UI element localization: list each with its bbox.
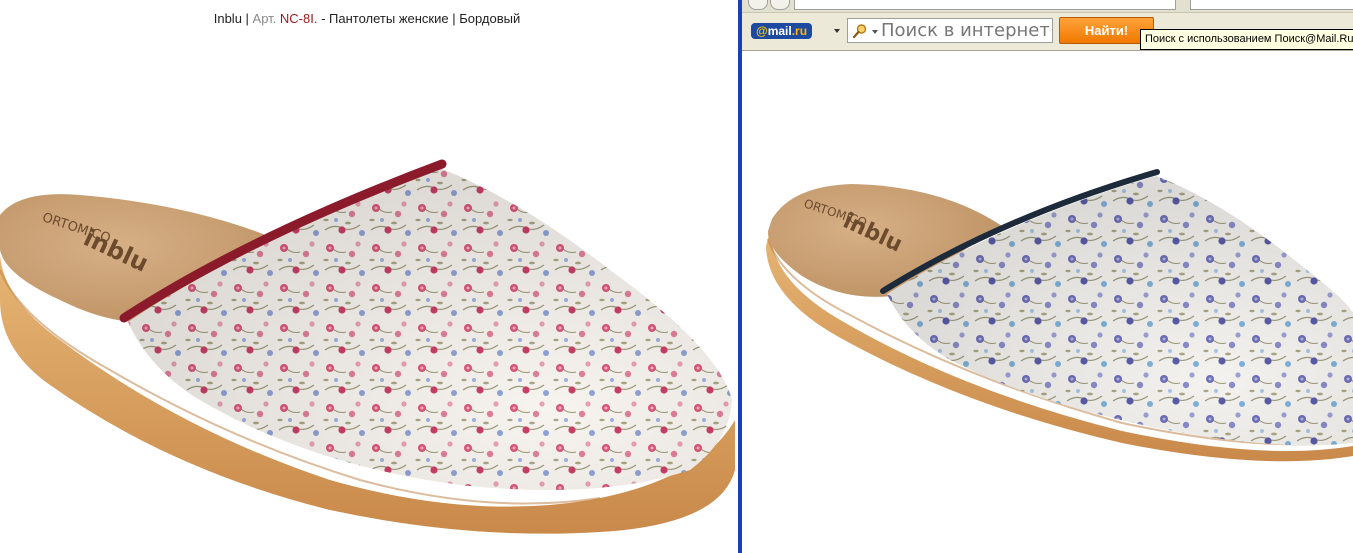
product-left-pane: Inblu | Арт. NC-8I. - Пантолеты женские … bbox=[0, 0, 738, 553]
chevron-down-icon[interactable] bbox=[834, 29, 840, 33]
mailru-logo[interactable]: @mail.ru bbox=[751, 23, 813, 39]
product-right-pane: ORTOMICO inblu bbox=[742, 51, 1353, 553]
slipper-burgundy-image: ORTOMICO inblu bbox=[0, 159, 735, 534]
search-field-top[interactable] bbox=[1190, 0, 1353, 10]
search-icon[interactable] bbox=[852, 23, 868, 39]
forward-button[interactable] bbox=[770, 0, 790, 10]
logo-ru: .ru bbox=[791, 24, 808, 38]
tooltip: Поиск с использованием Поиск@Mail.Ru bbox=[1140, 29, 1353, 50]
search-input[interactable] bbox=[881, 20, 1049, 41]
logo-at: @ bbox=[756, 24, 768, 38]
address-field[interactable] bbox=[794, 0, 1176, 10]
slipper-navy-image: ORTOMICO inblu bbox=[766, 169, 1353, 462]
logo-mail: mail bbox=[767, 24, 792, 38]
browser-window: @mail.ru Найти! Поиск с использованием П… bbox=[742, 0, 1353, 553]
mailru-toolbar: @mail.ru Найти! Поиск с использованием П… bbox=[742, 13, 1353, 50]
chevron-down-icon[interactable] bbox=[872, 30, 878, 34]
search-box[interactable] bbox=[847, 18, 1053, 43]
back-button[interactable] bbox=[748, 0, 768, 10]
address-bar-strip bbox=[742, 0, 1353, 13]
browser-chrome: @mail.ru Найти! Поиск с использованием П… bbox=[742, 0, 1353, 51]
